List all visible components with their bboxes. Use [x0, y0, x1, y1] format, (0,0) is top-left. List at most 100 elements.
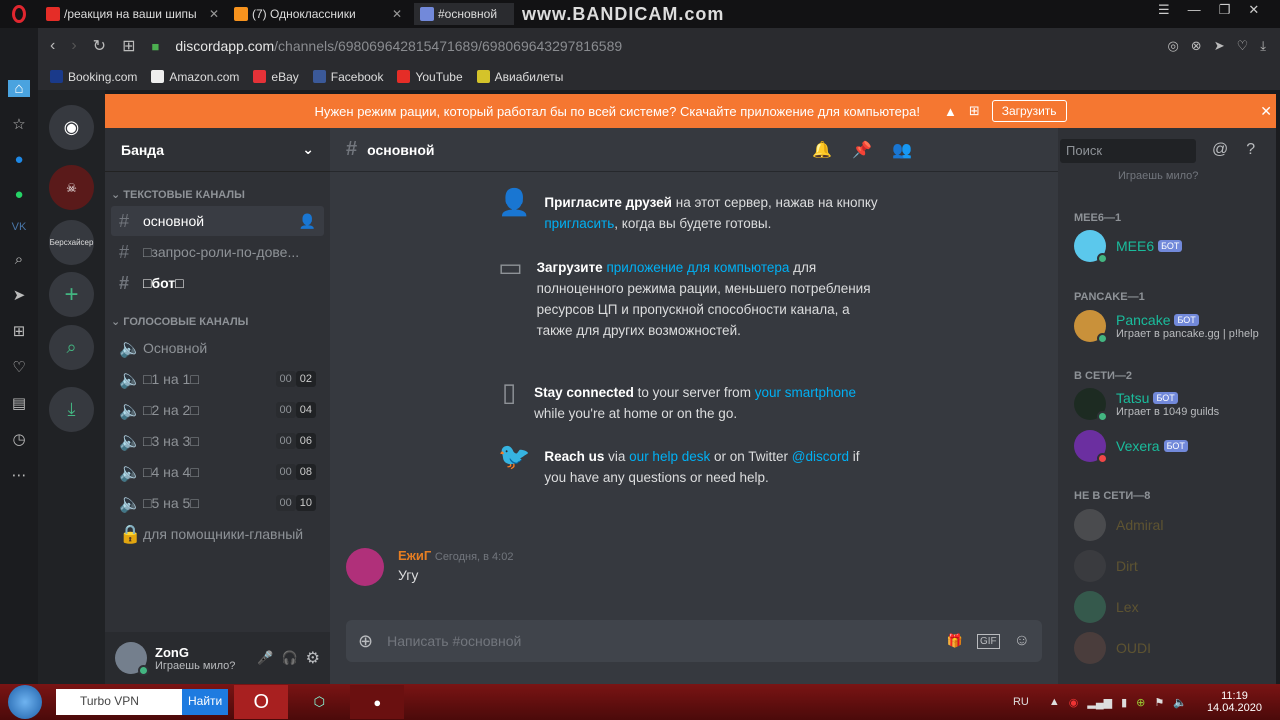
member-offline[interactable]: Dirt: [1074, 550, 1138, 582]
category-voice-channels[interactable]: ⌄ ГОЛОСОВЫЕ КАНАЛЫ: [105, 299, 330, 332]
taskbar-search-input[interactable]: Turbo VPN: [56, 689, 182, 715]
close-icon[interactable]: ✕: [1248, 2, 1259, 18]
taskbar-nox[interactable]: ⬡: [292, 685, 346, 719]
download-button[interactable]: Загрузить: [991, 100, 1067, 122]
invite-link[interactable]: пригласить: [544, 216, 614, 231]
bookmark-booking[interactable]: Booking.com: [50, 70, 137, 84]
clock[interactable]: 11:19 14.04.2020: [1207, 690, 1262, 714]
upload-icon[interactable]: ⊕: [358, 631, 373, 652]
member-offline[interactable]: OUDI: [1074, 632, 1151, 664]
bookmark-amazon[interactable]: Amazon.com: [151, 70, 239, 84]
bookmark-aviabilety[interactable]: Авиабилеты: [476, 70, 563, 84]
speed-dial-icon[interactable]: ⊞: [13, 322, 26, 340]
avatar[interactable]: [115, 642, 149, 676]
explore-servers-icon[interactable]: ⌕: [49, 325, 94, 370]
bookmarks-icon[interactable]: ☆: [12, 115, 25, 133]
help-desk-link[interactable]: our help desk: [629, 449, 710, 464]
guild-header[interactable]: Банда ⌄: [105, 128, 330, 172]
category-text-channels[interactable]: ⌄ ТЕКСТОВЫЕ КАНАЛЫ: [105, 172, 330, 205]
close-tab-icon[interactable]: ✕: [209, 7, 219, 21]
adblock-icon[interactable]: ⊗: [1191, 38, 1202, 54]
search-icon[interactable]: ⌕: [15, 251, 23, 268]
camera-icon[interactable]: ◎: [1167, 38, 1178, 54]
message-author[interactable]: ЕжиГ: [398, 548, 431, 563]
download-apps-icon[interactable]: ⤓: [49, 387, 94, 432]
channel-zapros-roli[interactable]: # □запрос-роли-по-дове...: [111, 237, 324, 267]
record-icon[interactable]: ◉: [1069, 696, 1079, 709]
member-pancake[interactable]: Pancake БОТ Играет в pancake.gg | p!help: [1074, 310, 1259, 344]
heart-icon[interactable]: ♡: [12, 358, 25, 376]
members-icon[interactable]: 👥: [892, 140, 912, 160]
locked-channel[interactable]: 🔒 для помощники-главный: [111, 519, 324, 549]
url-field[interactable]: discordapp.com/channels/6980696428154716…: [175, 38, 622, 54]
pin-icon[interactable]: 📌: [852, 140, 872, 160]
server-icon-banda[interactable]: ☠: [49, 165, 94, 210]
member-mee6[interactable]: MEE6 БОТ: [1074, 230, 1183, 264]
volume-icon[interactable]: 🔈: [1173, 696, 1187, 709]
battery-icon[interactable]: ▮: [1121, 696, 1127, 709]
gear-icon[interactable]: ⚙: [306, 648, 320, 668]
mention-icon[interactable]: @: [1212, 141, 1228, 159]
opera-logo-icon[interactable]: [12, 5, 26, 23]
voice-channel[interactable]: 🔈 □1 на 1□ 00 02: [111, 364, 324, 394]
close-tab-icon[interactable]: ✕: [392, 7, 402, 21]
member-offline[interactable]: Admiral: [1074, 509, 1163, 541]
heart-icon[interactable]: ♡: [1237, 38, 1249, 54]
tab-odnoklassniki[interactable]: (7) Одноклассники ✕: [228, 3, 408, 25]
start-button[interactable]: [8, 685, 42, 719]
twitter-link[interactable]: @discord: [792, 449, 849, 464]
tabs-grid-icon[interactable]: ⊞: [122, 36, 135, 56]
taskbar-opera[interactable]: O: [234, 685, 289, 719]
bookmark-facebook[interactable]: Facebook: [312, 70, 383, 84]
add-server-button[interactable]: +: [49, 272, 94, 317]
voice-channel[interactable]: 🔈 □2 на 2□ 00 04: [111, 395, 324, 425]
discord-home-button[interactable]: ◉: [49, 105, 94, 150]
emoji-icon[interactable]: ☺: [1014, 632, 1030, 650]
menu-icon[interactable]: ☰: [1158, 2, 1170, 18]
news-icon[interactable]: ▤: [12, 394, 26, 412]
taskbar-bandicam[interactable]: ●: [350, 685, 405, 719]
network-icon[interactable]: ▂▄▆: [1087, 696, 1112, 709]
deafen-icon[interactable]: 🎧: [281, 650, 297, 666]
voice-channel[interactable]: 🔈 □5 на 5□ 00 10: [111, 488, 324, 518]
help-icon[interactable]: ?: [1246, 141, 1255, 159]
reload-icon[interactable]: ↻: [93, 36, 106, 56]
smartphone-link[interactable]: your smartphone: [755, 385, 856, 400]
messenger-icon[interactable]: ●: [14, 151, 23, 168]
plus-icon[interactable]: ⊕: [1136, 696, 1145, 709]
back-icon[interactable]: ‹: [50, 37, 55, 55]
forward-icon[interactable]: ›: [71, 37, 76, 55]
invite-icon[interactable]: 👤: [299, 213, 316, 230]
channel-bot[interactable]: # □бот□: [111, 268, 324, 298]
desktop-app-link[interactable]: приложение для компьютера: [606, 260, 789, 275]
more-icon[interactable]: ⋯: [12, 466, 27, 484]
bookmark-youtube[interactable]: YouTube: [397, 70, 463, 84]
gif-icon[interactable]: GIF: [976, 633, 1000, 649]
voice-channel[interactable]: 🔈 Основной: [111, 333, 324, 363]
tray-expand-icon[interactable]: ▲: [1049, 696, 1060, 709]
member-offline[interactable]: Lex: [1074, 591, 1139, 623]
history-icon[interactable]: ◷: [12, 430, 25, 448]
message-input[interactable]: Написать #основной: [387, 633, 521, 649]
bookmark-ebay[interactable]: eBay: [253, 70, 299, 84]
vk-icon[interactable]: VK: [12, 221, 27, 233]
send-icon[interactable]: ➤: [13, 286, 26, 304]
flag-icon[interactable]: ⚑: [1154, 696, 1164, 709]
home-icon[interactable]: ⌂: [8, 80, 30, 97]
gift-icon[interactable]: 🎁: [947, 633, 963, 649]
member-vexera[interactable]: Vexera БОТ: [1074, 430, 1188, 464]
voice-channel[interactable]: 🔈 □4 на 4□ 00 08: [111, 457, 324, 487]
member-tatsu[interactable]: Tatsu БОТ Играет в 1049 guilds: [1074, 388, 1219, 422]
whatsapp-icon[interactable]: ●: [14, 186, 23, 203]
tab-discord[interactable]: #основной: [414, 3, 514, 25]
close-banner-icon[interactable]: ✕: [1260, 103, 1272, 120]
minimize-icon[interactable]: —: [1188, 2, 1201, 18]
bell-icon[interactable]: 🔔: [812, 140, 832, 160]
language-indicator[interactable]: RU: [1013, 696, 1029, 708]
mute-icon[interactable]: 🎤: [257, 650, 273, 666]
restore-icon[interactable]: ❐: [1219, 2, 1231, 18]
voice-channel[interactable]: 🔈 □3 на 3□ 00 06: [111, 426, 324, 456]
taskbar-search-button[interactable]: Найти: [182, 689, 229, 715]
download-icon[interactable]: ⤓: [1260, 38, 1266, 54]
channel-osnovnoy[interactable]: # основной 👤: [111, 206, 324, 236]
